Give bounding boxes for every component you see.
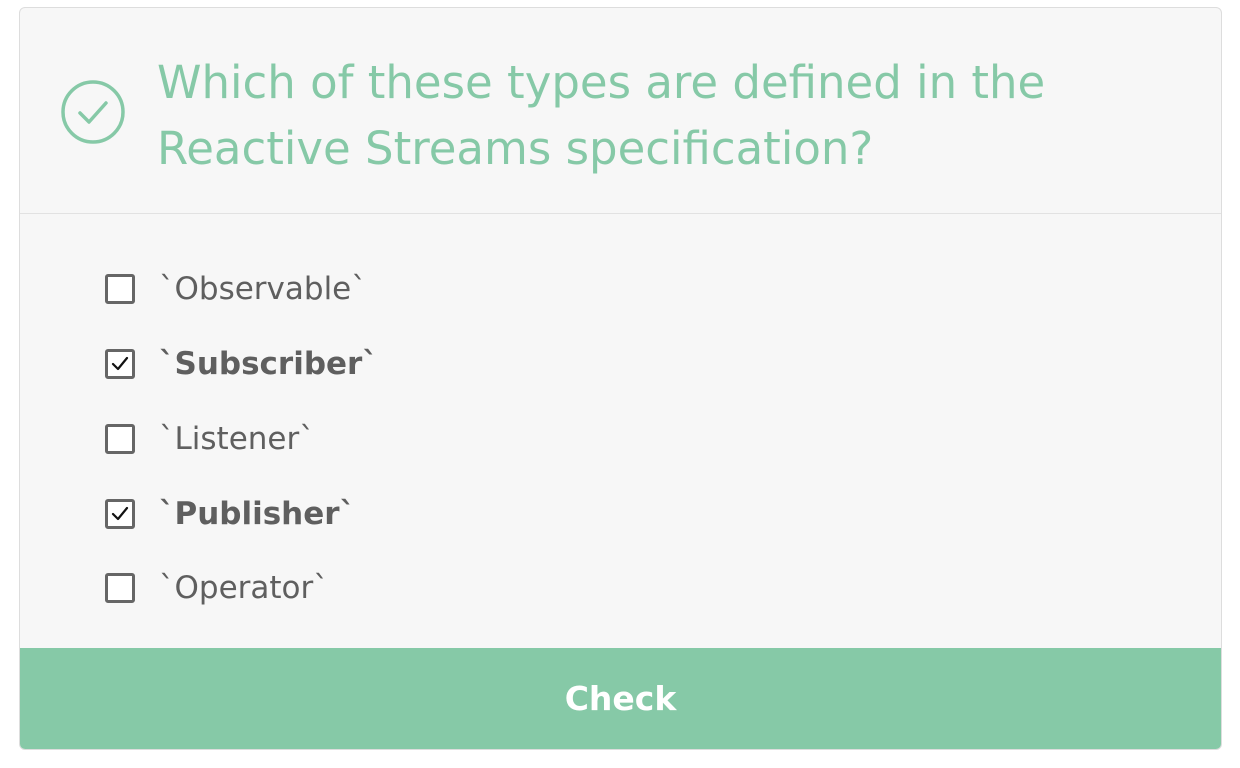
option-label: `Observable` xyxy=(159,271,367,307)
checkbox[interactable] xyxy=(105,573,135,603)
option-observable[interactable]: `Observable` xyxy=(105,269,367,309)
option-listener[interactable]: `Listener` xyxy=(105,419,315,459)
checkbox[interactable] xyxy=(105,424,135,454)
option-operator[interactable]: `Operator` xyxy=(105,568,329,608)
check-circle-icon xyxy=(61,80,125,144)
option-label: `Operator` xyxy=(159,570,329,606)
check-button[interactable]: Check xyxy=(20,648,1221,749)
checkmark-icon xyxy=(111,356,129,371)
checkbox[interactable] xyxy=(105,274,135,304)
option-label: `Listener` xyxy=(159,421,315,457)
quiz-card: Which of these types are defined in the … xyxy=(19,7,1222,750)
option-label: `Publisher` xyxy=(159,496,356,532)
checkmark-icon xyxy=(111,506,129,521)
option-label: `Subscriber` xyxy=(159,346,378,382)
quiz-header: Which of these types are defined in the … xyxy=(20,8,1221,214)
checkbox-checked[interactable] xyxy=(105,349,135,379)
option-subscriber[interactable]: `Subscriber` xyxy=(105,344,378,384)
option-publisher[interactable]: `Publisher` xyxy=(105,494,355,534)
question-title: Which of these types are defined in the … xyxy=(157,56,1046,175)
checkbox-checked[interactable] xyxy=(105,499,135,529)
